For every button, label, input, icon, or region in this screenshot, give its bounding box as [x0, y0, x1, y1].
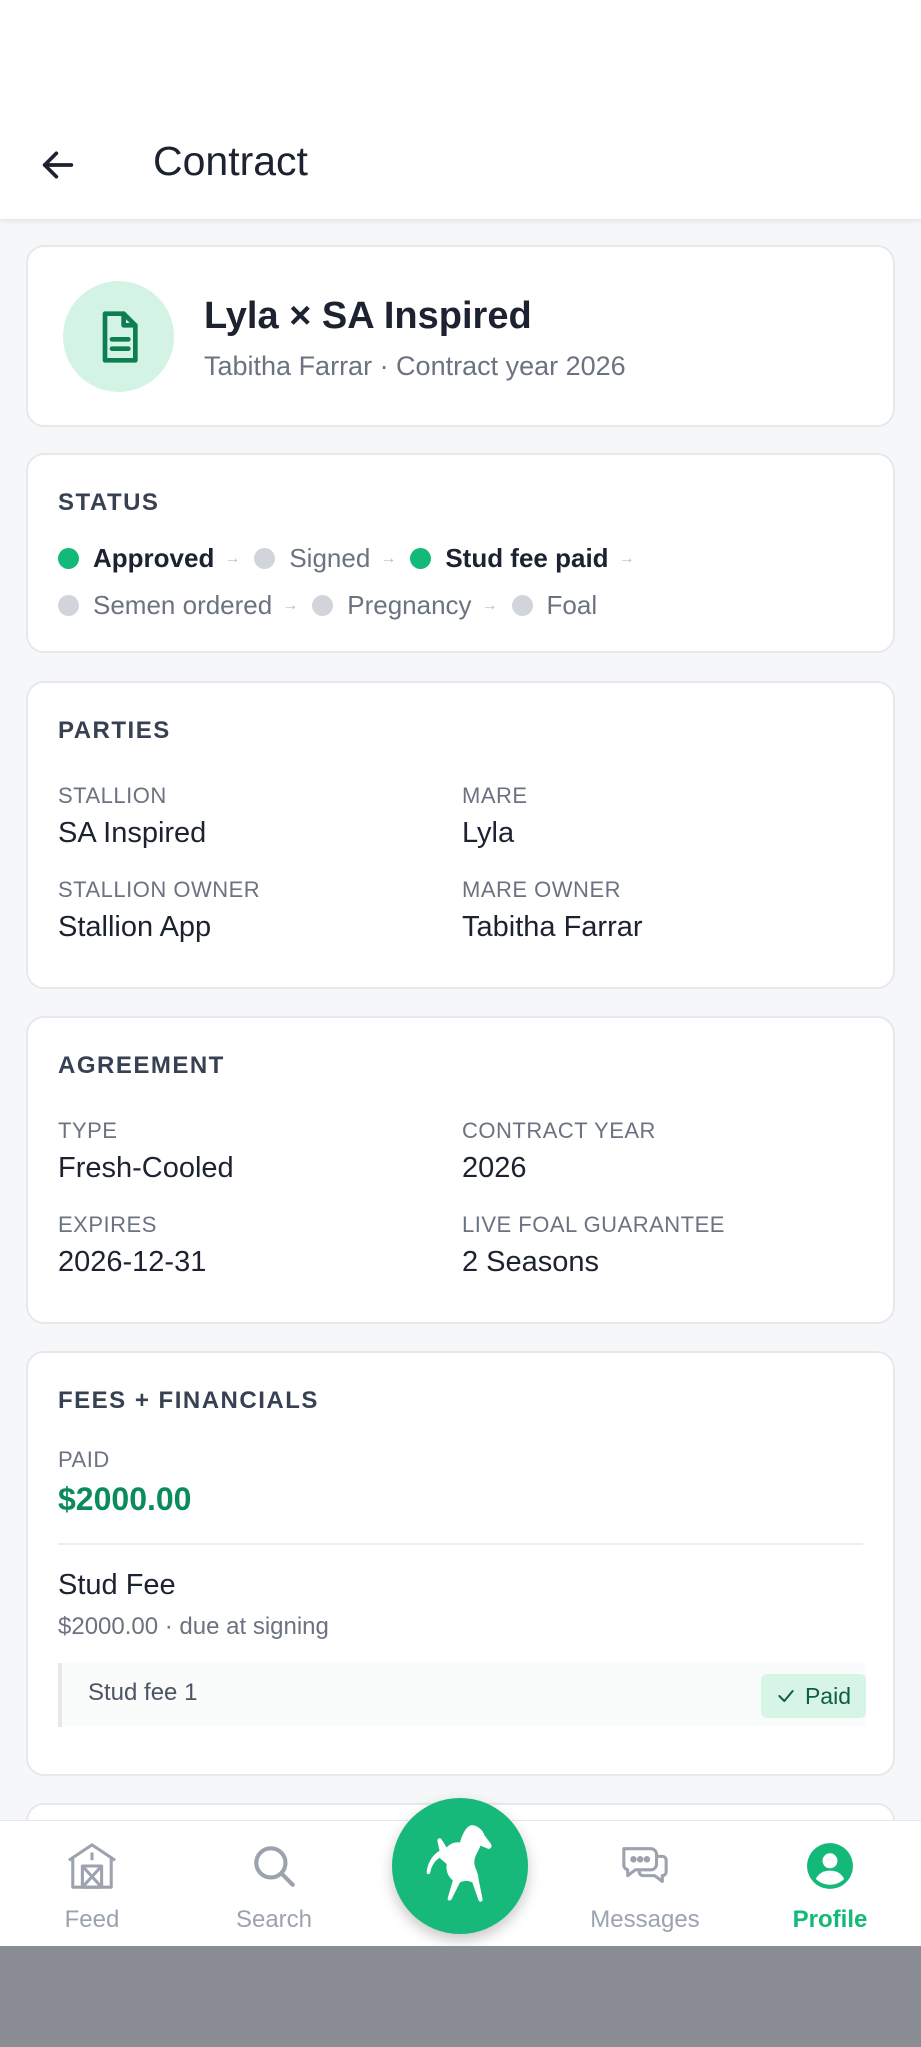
section-title-parties: PARTIES [58, 717, 171, 744]
nav-label: Feed [64, 1906, 120, 1933]
status-dot [312, 595, 334, 616]
live-foal-guarantee-value: 2 Seasons [462, 1246, 600, 1278]
installment-row[interactable]: Stud fee 1 Paid [58, 1663, 866, 1727]
mare-owner-value: Tabitha Farrar [462, 911, 643, 943]
user-icon [805, 1841, 855, 1896]
fee-detail: $2000.00 · due at signing [58, 1613, 329, 1640]
nav-item-search[interactable]: Search [194, 1841, 354, 1934]
barn-icon [65, 1841, 119, 1896]
mare-value: Lyla [462, 817, 515, 849]
contract-scroll-view[interactable]: Lyla × SA Inspired Tabitha Farrar · Cont… [0, 221, 921, 1821]
chat-icon [618, 1841, 672, 1896]
contract-summary-card: Lyla × SA Inspired Tabitha Farrar · Cont… [26, 245, 895, 427]
nav-item-profile[interactable]: Profile [750, 1841, 910, 1934]
stallion-label: STALLION [58, 783, 167, 808]
paid-label: PAID [58, 1447, 110, 1472]
paid-amount: $2000.00 [58, 1481, 192, 1517]
status-steps-row-1: Approved → Signed → Stud fee paid → [58, 543, 649, 574]
live-foal-guarantee-label: LIVE FOAL GUARANTEE [462, 1212, 725, 1237]
section-title-fees: FEES + FINANCIALS [58, 1387, 319, 1414]
status-dot [254, 548, 276, 569]
step-arrow-icon: → [380, 549, 397, 567]
check-icon [776, 1686, 796, 1706]
status-step-pregnancy: Pregnancy [312, 590, 472, 621]
page-title: Contract [153, 138, 308, 184]
badge-label: Paid [804, 1682, 851, 1709]
status-step-approved: Approved [58, 543, 214, 574]
expires-label: EXPIRES [58, 1212, 157, 1237]
step-arrow-icon: → [618, 549, 635, 567]
system-status-bar [0, 0, 921, 110]
status-card: STATUS Approved → Signed → Stud fee paid… [26, 453, 895, 653]
mare-label: MARE [462, 783, 528, 808]
mare-owner-label: MARE OWNER [462, 877, 621, 902]
agreement-card: AGREEMENT TYPE Fresh-Cooled CONTRACT YEA… [26, 1016, 895, 1324]
stallion-owner-label: STALLION OWNER [58, 877, 261, 902]
status-step-signed: Signed [254, 543, 370, 574]
status-dot [511, 595, 533, 616]
fee-name: Stud Fee [58, 1569, 176, 1601]
section-title-agreement: AGREEMENT [58, 1052, 225, 1079]
contract-title: Lyla × SA Inspired [204, 295, 532, 337]
back-button[interactable] [28, 135, 88, 195]
divider [58, 1543, 863, 1545]
step-arrow-icon: → [282, 596, 299, 614]
stallion-value: SA Inspired [58, 817, 207, 849]
status-step-semen-ordered: Semen ordered [58, 590, 272, 621]
status-step-foal: Foal [511, 590, 597, 621]
arrow-left-icon [42, 151, 74, 179]
horse-icon [418, 1819, 502, 1914]
nav-label: Profile [792, 1906, 868, 1933]
step-arrow-icon: → [224, 549, 241, 567]
contract-subtitle: Tabitha Farrar · Contract year 2026 [204, 351, 626, 381]
type-value: Fresh-Cooled [58, 1152, 234, 1184]
contract-year-label: CONTRACT YEAR [462, 1118, 656, 1143]
system-navigation-bar [0, 1946, 921, 2047]
status-steps-row-2: Semen ordered → Pregnancy → Foal [58, 590, 597, 621]
nav-label: Messages [590, 1906, 700, 1933]
status-dot [410, 548, 432, 569]
step-arrow-icon: → [481, 596, 498, 614]
search-icon [249, 1841, 299, 1896]
document-icon [63, 281, 174, 392]
expires-value: 2026-12-31 [58, 1246, 207, 1278]
installment-name: Stud fee 1 [88, 1679, 198, 1706]
paid-status-badge: Paid [760, 1674, 866, 1718]
nav-label: Search [235, 1906, 313, 1933]
section-title-status: STATUS [58, 489, 160, 516]
status-dot [58, 548, 79, 569]
nav-item-messages[interactable]: Messages [565, 1841, 725, 1934]
status-step-stud-fee-paid: Stud fee paid [410, 543, 609, 574]
nav-item-feed[interactable]: Feed [12, 1841, 172, 1934]
type-label: TYPE [58, 1118, 118, 1143]
contract-year-value: 2026 [462, 1152, 527, 1184]
horse-fab-button[interactable] [392, 1798, 528, 1934]
app-bar: Contract [0, 110, 921, 220]
status-dot [58, 595, 79, 616]
parties-card: PARTIES STALLION SA Inspired MARE Lyla S… [26, 681, 895, 989]
stallion-owner-value: Stallion App [58, 911, 212, 943]
fees-card: FEES + FINANCIALS PAID $2000.00 Stud Fee… [26, 1351, 895, 1776]
